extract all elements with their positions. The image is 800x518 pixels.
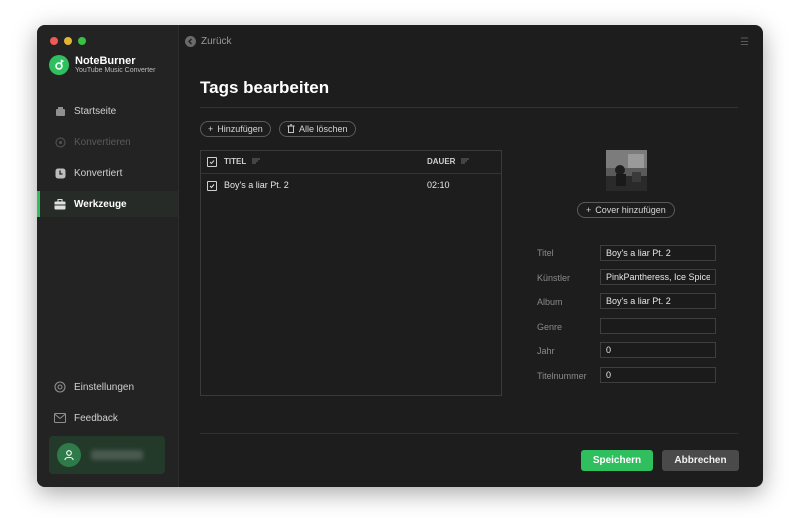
- artist-field[interactable]: [600, 269, 716, 285]
- sidebar-item-label: Konvertiert: [74, 167, 123, 179]
- add-button[interactable]: + Hinzufügen: [200, 121, 271, 137]
- mail-icon: [54, 412, 66, 424]
- album-cover-image: [606, 150, 647, 191]
- back-label: Zurück: [201, 36, 232, 47]
- trash-icon: [287, 123, 295, 135]
- sort-icon[interactable]: [461, 157, 470, 166]
- app-subtitle: YouTube Music Converter: [75, 67, 156, 74]
- select-all-checkbox[interactable]: [207, 157, 217, 167]
- arrow-left-icon: [185, 36, 196, 47]
- plus-icon: +: [208, 124, 214, 134]
- sidebar-item-label: Feedback: [74, 412, 118, 424]
- cancel-button[interactable]: Abbrechen: [662, 450, 739, 471]
- add-cover-label: Cover hinzufügen: [595, 205, 666, 215]
- sidebar-item-feedback[interactable]: Feedback: [37, 405, 178, 431]
- window-controls: [50, 37, 86, 45]
- row-checkbox[interactable]: [207, 181, 217, 191]
- column-duration-label: DAUER: [427, 157, 456, 166]
- add-label: Hinzufügen: [217, 124, 263, 134]
- main-content: Zurück ☰ Tags bearbeiten + Hinzufügen Al…: [179, 25, 763, 487]
- field-label-artist: Künstler: [537, 273, 571, 283]
- plus-icon: +: [586, 205, 592, 215]
- track-title: Boy's a liar Pt. 2: [224, 180, 289, 190]
- sidebar-item-werkzeuge[interactable]: Werkzeuge: [37, 191, 178, 217]
- close-window-button[interactable]: [50, 37, 58, 45]
- back-button[interactable]: Zurück: [185, 36, 232, 47]
- title-field[interactable]: [600, 245, 716, 261]
- toolbox-icon: [54, 198, 66, 210]
- column-duration[interactable]: DAUER: [427, 157, 470, 166]
- sidebar-item-startseite[interactable]: Startseite: [37, 98, 178, 124]
- track-duration: 02:10: [427, 180, 450, 190]
- sidebar-item-konvertiert[interactable]: Konvertiert: [37, 160, 178, 186]
- album-field[interactable]: [600, 293, 716, 309]
- year-field[interactable]: [600, 342, 716, 358]
- app-name: NoteBurner: [75, 55, 136, 67]
- user-name-redacted: [91, 450, 143, 460]
- sidebar-item-label: Konvertieren: [74, 136, 131, 148]
- sidebar-item-einstellungen[interactable]: Einstellungen: [37, 374, 178, 400]
- column-title[interactable]: TITEL: [224, 157, 261, 166]
- clear-all-button[interactable]: Alle löschen: [279, 121, 356, 137]
- track-number-field[interactable]: [600, 367, 716, 383]
- field-label-album: Album: [537, 297, 563, 307]
- genre-field[interactable]: [600, 318, 716, 334]
- page-title: Tags bearbeiten: [200, 78, 330, 97]
- save-button[interactable]: Speichern: [581, 450, 653, 471]
- noteburner-logo-icon: [49, 55, 69, 75]
- table-row[interactable]: Boy's a liar Pt. 2 02:10: [201, 177, 501, 193]
- app-brand: NoteBurner YouTube Music Converter: [49, 55, 155, 75]
- sort-icon[interactable]: [252, 157, 261, 166]
- menu-icon[interactable]: ☰: [740, 37, 749, 48]
- sidebar-item-konvertieren[interactable]: Konvertieren: [37, 129, 178, 155]
- divider: [200, 107, 738, 108]
- divider: [200, 433, 738, 434]
- gear-icon: [54, 381, 66, 393]
- field-label-track-number: Titelnummer: [537, 371, 587, 381]
- sidebar-item-label: Werkzeuge: [74, 198, 127, 210]
- clock-icon: [54, 167, 66, 179]
- checkbox-checked-icon: [207, 157, 217, 167]
- add-cover-button[interactable]: + Cover hinzufügen: [577, 202, 675, 218]
- track-table: TITEL DAUER Boy's a liar Pt. 2 02:10: [200, 150, 502, 396]
- field-label-title: Titel: [537, 248, 554, 258]
- field-label-year: Jahr: [537, 346, 555, 356]
- home-icon: [54, 105, 66, 117]
- column-title-label: TITEL: [224, 157, 247, 166]
- field-label-genre: Genre: [537, 322, 563, 332]
- sidebar-item-label: Einstellungen: [74, 381, 135, 393]
- checkbox-checked-icon: [207, 181, 217, 191]
- table-header: TITEL DAUER: [201, 151, 501, 174]
- convert-icon: [54, 136, 66, 148]
- minimize-window-button[interactable]: [64, 37, 72, 45]
- clear-all-label: Alle löschen: [299, 124, 348, 134]
- zoom-window-button[interactable]: [78, 37, 86, 45]
- sidebar-item-label: Startseite: [74, 105, 117, 117]
- user-icon: [57, 443, 81, 467]
- sidebar: NoteBurner YouTube Music Converter Start…: [37, 25, 179, 487]
- app-window: NoteBurner YouTube Music Converter Start…: [37, 25, 763, 487]
- user-account[interactable]: [49, 436, 165, 474]
